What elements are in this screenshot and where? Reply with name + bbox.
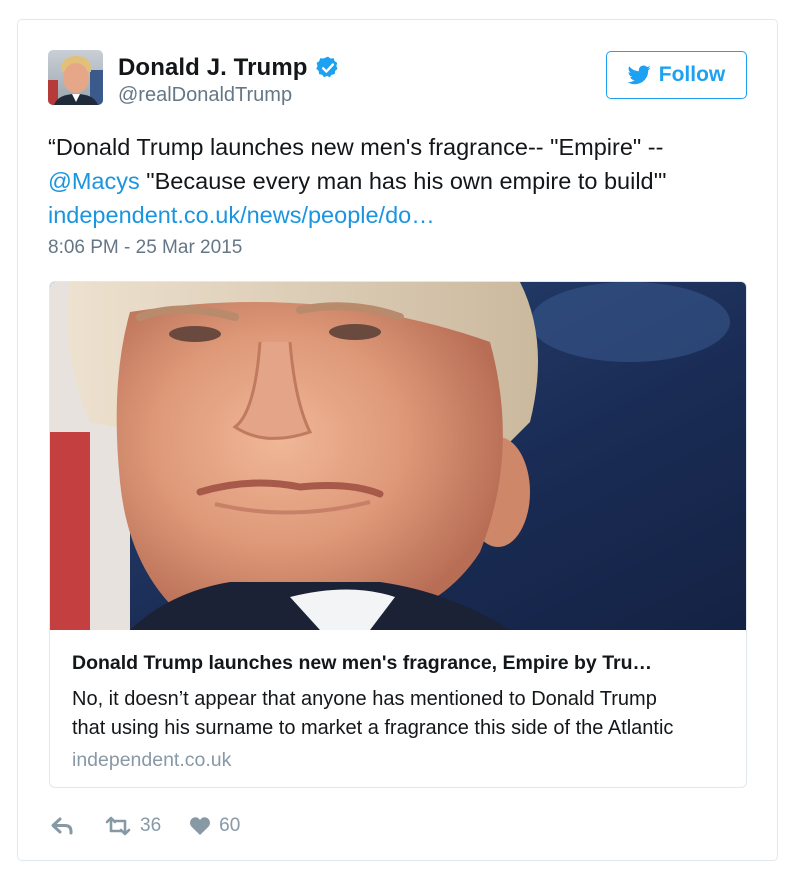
like-count: 60 <box>219 815 241 836</box>
follow-button-label: Follow <box>658 63 726 86</box>
retweet-count: 36 <box>140 815 162 836</box>
card-title[interactable]: Donald Trump launches new men's fragranc… <box>72 652 732 675</box>
tweet-text: “Donald Trump launches new men's fragran… <box>48 130 748 232</box>
tweet-text-fragment: "Because every man has his own empire to… <box>139 168 667 194</box>
heart-icon <box>190 817 211 835</box>
link-preview-card[interactable]: Donald Trump launches new men's fragranc… <box>49 281 747 788</box>
user-name-row: Donald J. Trump <box>118 54 341 82</box>
tweet-text-line: @Macys "Because every man has his own em… <box>48 164 748 198</box>
follow-button[interactable]: Follow <box>606 51 747 99</box>
tweet-actions: 36 60 <box>50 812 240 840</box>
display-name[interactable]: Donald J. Trump <box>118 54 308 82</box>
retweet-icon <box>105 816 131 836</box>
twitter-bird-icon <box>627 65 651 85</box>
article-url-link[interactable]: independent.co.uk/news/people/do… <box>48 202 435 228</box>
reply-button[interactable] <box>50 816 74 836</box>
tweet-card: Donald J. Trump @realDonaldTrump Follow … <box>17 19 778 861</box>
tweet-text-line: independent.co.uk/news/people/do… <box>48 198 748 232</box>
like-button[interactable]: 60 <box>189 815 240 837</box>
card-domain: independent.co.uk <box>72 749 232 771</box>
retweet-button[interactable]: 36 <box>104 815 161 837</box>
card-description-line: No, it doesn’t appear that anyone has me… <box>72 688 657 710</box>
verified-badge-icon <box>315 56 338 78</box>
card-description: No, it doesn’t appear that anyone has me… <box>72 685 732 743</box>
card-description-line: that using his surname to market a fragr… <box>72 717 674 739</box>
tweet-text-line: “Donald Trump launches new men's fragran… <box>48 134 664 160</box>
portrait-photo[interactable] <box>50 282 747 630</box>
tweet-timestamp[interactable]: 8:06 PM - 25 Mar 2015 <box>48 237 242 259</box>
avatar[interactable] <box>48 50 103 105</box>
reply-icon <box>51 817 73 835</box>
mention-link[interactable]: @Macys <box>48 168 140 194</box>
user-handle[interactable]: @realDonaldTrump <box>118 84 292 107</box>
